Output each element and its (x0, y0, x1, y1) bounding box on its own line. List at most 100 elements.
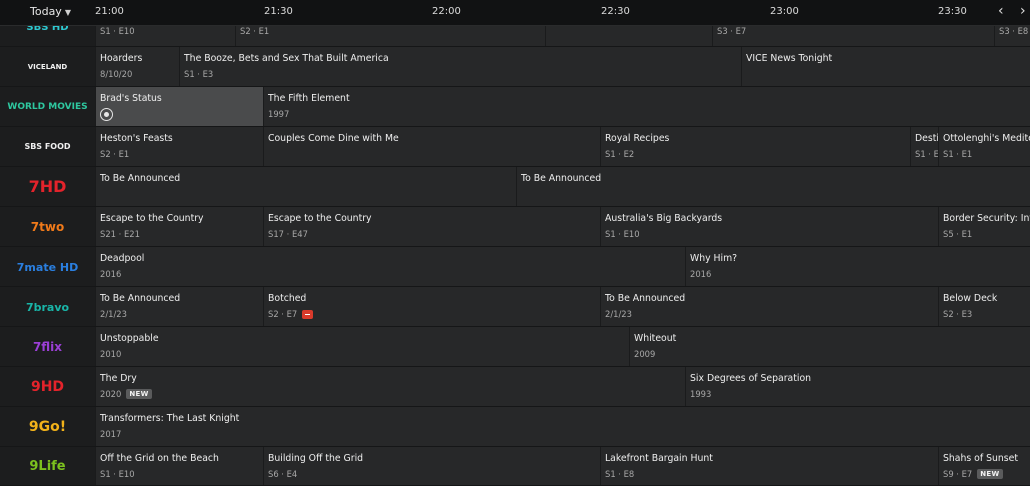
program-title: The Dry (100, 373, 137, 384)
channel-logo-cell[interactable]: 7mate HD (0, 247, 96, 287)
channel-logo-cell[interactable]: 7HD (0, 167, 96, 207)
channel-logo: VICELAND (27, 62, 68, 71)
channel-logo-cell[interactable]: WORLD MOVIES (0, 87, 96, 127)
channel-row: 9HD The Dry 2020 NEW Six Degrees of Separati… (0, 367, 1030, 407)
program-title: Hoarders (100, 53, 143, 64)
program-episode: 1997 (268, 109, 290, 119)
program-episode: 2009 (634, 349, 656, 359)
channel-logo-cell[interactable]: VICELAND (0, 47, 96, 87)
day-label: Today (30, 5, 62, 18)
program-cell[interactable]: VICE News Tonight (741, 47, 1030, 87)
program-info: S6 · E4 (268, 469, 297, 479)
program-title: Transformers: The Last Knight (100, 413, 240, 424)
program-info: S3 · E8 (999, 26, 1028, 36)
program-title: The Booze, Bets and Sex That Built Ameri… (184, 53, 389, 64)
chevron-right-icon[interactable]: › (1020, 3, 1026, 19)
program-episode: S1 · E3 (184, 69, 214, 79)
program-title: To Be Announced (100, 293, 181, 304)
program-episode: 2016 (100, 269, 122, 279)
program-info: S1 · E8 (605, 469, 634, 479)
program-cell[interactable]: Transformers: The Last Knight 2017 (95, 407, 1030, 447)
program-title: Royal Recipes (605, 133, 670, 144)
time-slot: 21:30 (264, 6, 293, 17)
program-cell[interactable]: Shahs of Sunset S9 · E7 NEW (938, 447, 1030, 486)
program-info: 2/1/23 (100, 309, 127, 319)
program-info: S1 · E1 (943, 149, 972, 159)
program-cell[interactable]: To Be Announced 2/1/23 (95, 287, 263, 327)
channel-logo: 7flix (32, 340, 63, 354)
program-cell[interactable]: Escape to the Country S17 · E47 (263, 207, 600, 247)
program-info: S2 · E3 (943, 309, 972, 319)
program-cell[interactable]: The Fifth Element 1997 (263, 87, 1030, 127)
channel-logo-cell[interactable]: 7two (0, 207, 96, 247)
program-cell[interactable]: Australia's Big Backyards S1 · E10 (600, 207, 938, 247)
program-cell[interactable]: Lakefront Bargain Hunt S1 · E8 (600, 447, 938, 486)
caret-down-icon: ▼ (64, 8, 71, 17)
channel-row: 9Life Off the Grid on the Beach S1 · E10 Bu… (0, 447, 1030, 486)
program-info: 2016 (690, 269, 711, 279)
program-cell[interactable]: Couples Come Dine with Me (263, 127, 600, 167)
program-cell[interactable]: To Be Announced (516, 167, 1030, 207)
record-icon[interactable] (100, 108, 113, 121)
program-episode: 2016 (690, 269, 712, 279)
program-episode: S1 · E10 (100, 469, 135, 479)
program-cell[interactable]: Ottolenghi's Mediterr S1 · E1 (938, 127, 1030, 167)
program-cell[interactable]: Brad's Status (95, 87, 263, 127)
program-cell[interactable]: Destin S1 · E2 (910, 127, 938, 167)
program-cell[interactable]: The Booze, Bets and Sex That Built Ameri… (179, 47, 741, 87)
channel-logo-cell[interactable]: 7flix (0, 327, 96, 367)
program-title: To Be Announced (521, 173, 602, 184)
day-selector[interactable]: Today ▼ (30, 5, 71, 18)
program-cell[interactable]: Deadpool 2016 (95, 247, 685, 287)
program-info: 2009 (634, 349, 655, 359)
program-episode: 2017 (100, 429, 122, 439)
channel-logo-cell[interactable]: 9HD (0, 367, 96, 407)
program-cell[interactable]: Six Degrees of Separation 1993 (685, 367, 1030, 407)
program-episode: S3 · E7 (717, 26, 747, 36)
program-episode: 1993 (690, 389, 712, 399)
program-title: Unstoppable (100, 333, 159, 344)
program-title: Lakefront Bargain Hunt (605, 453, 713, 464)
channel-row: 7two Escape to the Country S21 · E21 Escape… (0, 207, 1030, 247)
program-cell[interactable]: Building Off the Grid S6 · E4 (263, 447, 600, 486)
channel-logo-cell[interactable]: 9Go! (0, 407, 96, 447)
program-info: 2020 NEW (100, 389, 152, 399)
program-cell[interactable]: Escape to the Country S21 · E21 (95, 207, 263, 247)
channel-row: VICELAND Hoarders 8/10/20 The Booze, Bets a… (0, 47, 1030, 87)
program-title: Whiteout (634, 333, 677, 344)
program-info: S17 · E47 (268, 229, 308, 239)
chevron-left-icon[interactable]: ‹ (998, 3, 1004, 19)
channel-row: 7mate HD Deadpool 2016 Why Him? 2016 (0, 247, 1030, 287)
new-badge: NEW (126, 389, 152, 399)
program-title: Destin (915, 133, 938, 144)
program-cell[interactable]: To Be Announced (95, 167, 516, 207)
channel-logo-cell[interactable]: 9Life (0, 447, 96, 486)
program-episode: S2 · E1 (100, 149, 130, 159)
program-cell[interactable]: Unstoppable 2010 (95, 327, 629, 367)
program-cell[interactable]: Below Deck S2 · E3 (938, 287, 1030, 327)
program-cell[interactable]: Why Him? 2016 (685, 247, 1030, 287)
program-cell[interactable]: Botched S2 · E7 (263, 287, 600, 327)
no-entry-icon (302, 309, 314, 319)
program-info: 2010 (100, 349, 121, 359)
program-cell[interactable]: Whiteout 2009 (629, 327, 1030, 367)
program-info: S5 · E1 (943, 229, 972, 239)
program-cell[interactable]: Border Security: Intern S5 · E1 (938, 207, 1030, 247)
program-cell[interactable]: Off the Grid on the Beach S1 · E10 (95, 447, 263, 486)
program-episode: S5 · E1 (943, 229, 973, 239)
program-cell[interactable]: To Be Announced 2/1/23 (600, 287, 938, 327)
channel-row: SBS FOOD Heston's Feasts S2 · E1 Couples Co… (0, 127, 1030, 167)
time-slot: 23:00 (770, 6, 799, 17)
program-episode: S3 · E8 (999, 26, 1029, 36)
program-cell[interactable]: The Dry 2020 NEW (95, 367, 685, 407)
program-cell[interactable]: Royal Recipes S1 · E2 (600, 127, 910, 167)
program-info: 8/10/20 (100, 69, 132, 79)
channel-logo-cell[interactable]: SBS FOOD (0, 127, 96, 167)
program-title: Shahs of Sunset (943, 453, 1018, 464)
program-title: Below Deck (943, 293, 998, 304)
program-cell[interactable]: Heston's Feasts S2 · E1 (95, 127, 263, 167)
program-title: Brad's Status (100, 93, 162, 104)
program-cell[interactable]: Hoarders 8/10/20 (95, 47, 179, 87)
channel-logo-cell[interactable]: 7bravo (0, 287, 96, 327)
channel-row: 7HD To Be Announced To Be Announced (0, 167, 1030, 207)
